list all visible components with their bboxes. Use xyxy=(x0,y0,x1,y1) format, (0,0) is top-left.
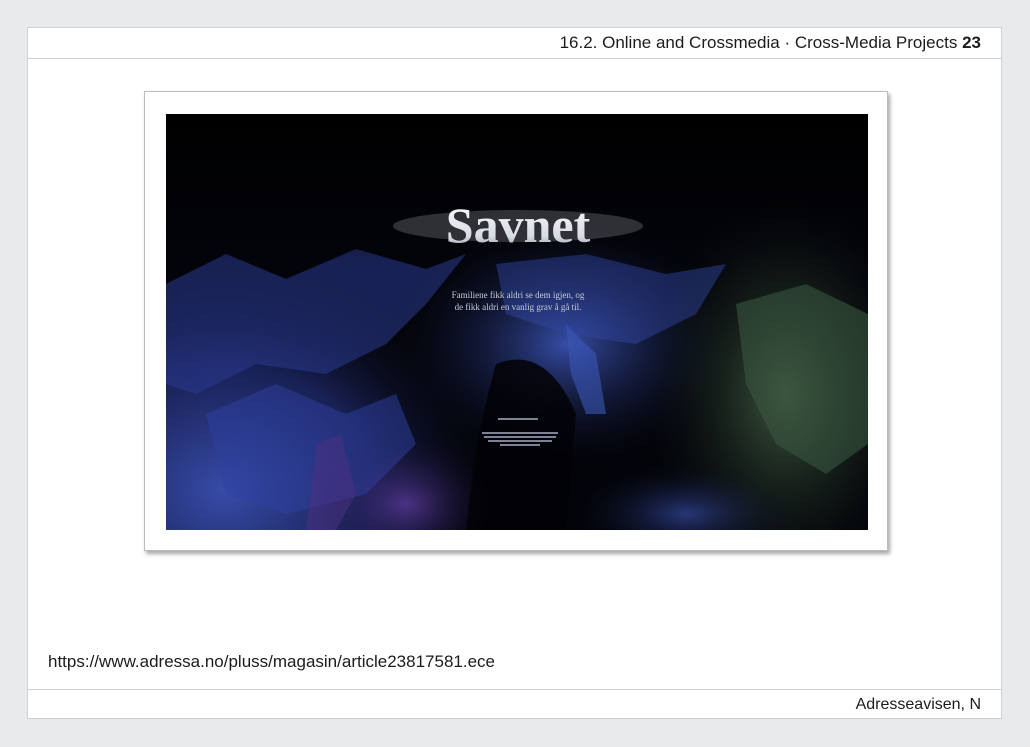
article-lede-line-1: Familiene fikk aldri se dem igjen, og xyxy=(452,290,585,300)
article-lede-line-2: de fikk aldri en vanlig grav å gå til. xyxy=(455,302,582,312)
page-number: 23 xyxy=(962,33,981,52)
screenshot-frame: Savnet Familiene fikk aldri se dem igjen… xyxy=(144,91,888,551)
article-screenshot: Savnet Familiene fikk aldri se dem igjen… xyxy=(166,114,868,530)
running-footer: Adresseavisen, N xyxy=(28,689,1001,718)
section-title: 16.2. Online and Crossmedia · Cross-Medi… xyxy=(559,33,958,52)
article-url: https://www.adressa.no/pluss/magasin/art… xyxy=(48,652,495,671)
header-text: 16.2. Online and Crossmedia · Cross-Medi… xyxy=(560,33,981,53)
running-header: 16.2. Online and Crossmedia · Cross-Medi… xyxy=(28,28,1001,59)
article-headline: Savnet xyxy=(446,197,591,253)
cave-illustration: Savnet Familiene fikk aldri se dem igjen… xyxy=(166,114,868,530)
document-page: 16.2. Online and Crossmedia · Cross-Medi… xyxy=(27,27,1002,719)
source-credit: Adresseavisen, N xyxy=(855,696,981,713)
